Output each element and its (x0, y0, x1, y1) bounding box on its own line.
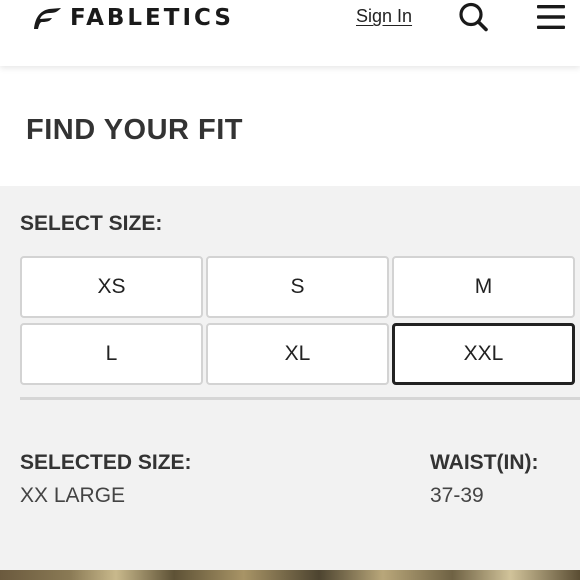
size-option-s[interactable]: S (206, 256, 389, 318)
fabletics-logo-icon (34, 8, 61, 29)
product-image-strip (0, 570, 580, 580)
find-your-fit-section: FIND YOUR FIT (0, 66, 580, 186)
page-title: FIND YOUR FIT (26, 114, 244, 146)
size-option-xl[interactable]: XL (206, 323, 389, 385)
size-option-xxl[interactable]: XXL (392, 323, 575, 385)
selected-size-label: SELECTED SIZE: (20, 451, 192, 474)
waist-value: 37-39 (430, 484, 484, 507)
size-selector-panel: SELECT SIZE: XS S M L XL XXL SELECTED SI… (0, 186, 580, 570)
search-button[interactable] (458, 2, 490, 32)
brand-name: FABLETICS (70, 5, 234, 31)
brand-logo[interactable]: FABLETICS (30, 3, 234, 33)
divider (20, 397, 580, 400)
site-header: FABLETICS Sign In (0, 0, 580, 66)
size-option-xs[interactable]: XS (20, 256, 203, 318)
hamburger-menu-icon (537, 5, 565, 29)
size-option-l[interactable]: L (20, 323, 203, 385)
size-option-m[interactable]: M (392, 256, 575, 318)
select-size-label: SELECT SIZE: (20, 212, 163, 235)
waist-label: WAIST(IN): (430, 451, 539, 474)
menu-button[interactable] (536, 3, 566, 31)
selected-size-value: XX LARGE (20, 484, 126, 507)
search-icon (459, 2, 488, 32)
sign-in-link[interactable]: Sign In (356, 6, 412, 27)
